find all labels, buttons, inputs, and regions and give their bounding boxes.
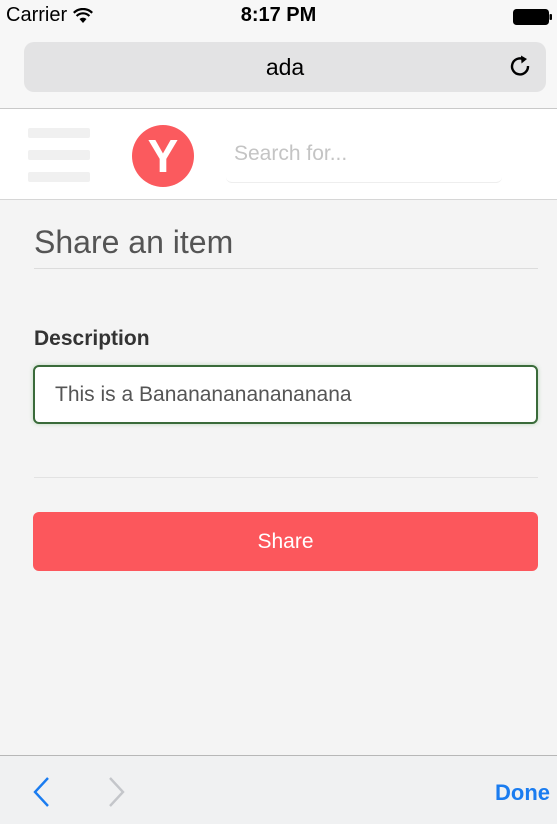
keyboard-accessory-bar: Done xyxy=(0,755,557,824)
address-text: ada xyxy=(265,54,305,80)
page-title: Share an item xyxy=(34,224,234,260)
logo[interactable]: Y xyxy=(132,125,194,187)
chevron-left-icon[interactable] xyxy=(30,776,54,808)
status-bar: Carrier 8:17 PM xyxy=(0,0,557,34)
browser-toolbar: ada xyxy=(0,34,557,109)
title-divider xyxy=(34,268,538,269)
done-button[interactable]: Done xyxy=(495,780,550,806)
app-header: Y xyxy=(0,109,557,200)
status-time: 8:17 PM xyxy=(240,4,317,26)
description-input[interactable] xyxy=(33,365,538,424)
reload-icon[interactable] xyxy=(508,54,534,80)
address-bar[interactable]: ada xyxy=(24,42,546,92)
search-input[interactable] xyxy=(226,125,502,183)
share-button[interactable]: Share xyxy=(33,512,538,571)
hamburger-icon[interactable] xyxy=(28,128,90,182)
chevron-right-icon[interactable] xyxy=(104,776,128,808)
battery-icon xyxy=(513,9,552,25)
form-divider xyxy=(34,477,538,478)
description-label: Description xyxy=(34,327,150,350)
